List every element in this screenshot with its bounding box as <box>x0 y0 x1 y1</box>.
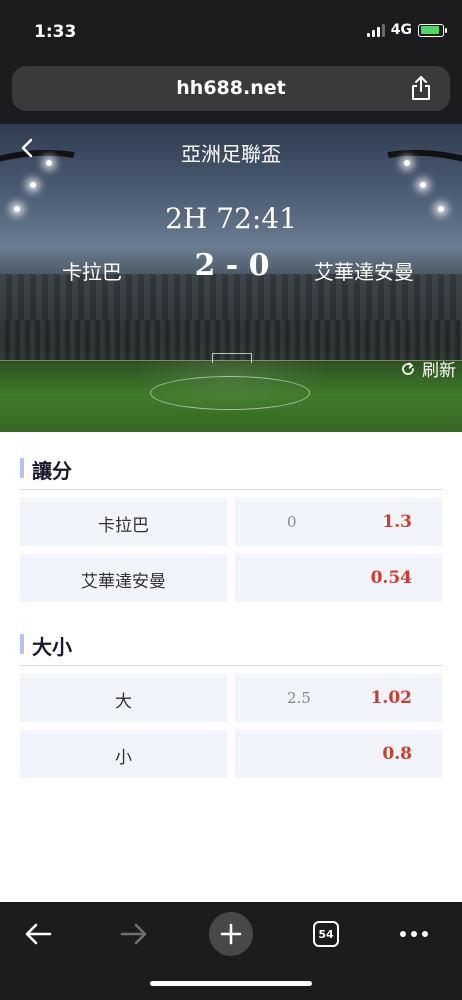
selection-name: 大 <box>115 692 132 712</box>
over-row-name: 大 <box>20 674 227 722</box>
league-title: 亞洲足聯盃 <box>181 142 281 166</box>
tabs-button[interactable]: 54 <box>304 912 348 956</box>
odds-value: 1.02 <box>370 688 412 708</box>
under-odds[interactable]: 0.8 <box>235 730 442 778</box>
refresh-label: 刷新 <box>422 361 456 381</box>
tab-count: 54 <box>318 927 334 941</box>
handicap-odds-home[interactable]: 0 1.3 <box>235 498 442 546</box>
section-header-over-under: 大小 <box>20 628 442 666</box>
network-type: 4G <box>390 22 412 38</box>
over-odds[interactable]: 2.5 1.02 <box>235 674 442 722</box>
address-bar[interactable]: hh688.net <box>12 66 450 111</box>
floodlight <box>30 182 36 188</box>
plus-icon <box>209 912 253 956</box>
center-circle <box>150 376 310 410</box>
floodlight <box>420 182 426 188</box>
new-tab-button[interactable] <box>209 912 253 956</box>
home-team-name: 卡拉巴 <box>62 260 122 284</box>
handicap-row-home-name: 卡拉巴 <box>20 498 227 546</box>
status-time: 1:33 <box>34 22 77 42</box>
scoreline: 2 - 0 <box>194 248 270 283</box>
odds-value: 1.3 <box>382 512 412 532</box>
battery-icon <box>418 23 447 37</box>
away-team-name: 艾華達安曼 <box>314 260 414 284</box>
section-title: 大小 <box>32 635 72 659</box>
more-icon <box>400 931 428 937</box>
url-text: hh688.net <box>176 77 286 99</box>
forward-button[interactable] <box>112 912 156 956</box>
section-header-handicap: 讓分 <box>20 452 442 490</box>
back-button[interactable] <box>16 912 60 956</box>
status-indicators: 4G <box>366 22 447 38</box>
odds-value: 0.8 <box>382 744 412 764</box>
section-title: 讓分 <box>32 459 72 483</box>
signal-icon <box>366 23 385 37</box>
handicap-line: 0 <box>287 513 297 531</box>
arrow-right-icon <box>120 923 147 945</box>
arrow-left-icon <box>25 923 52 945</box>
refresh-icon <box>402 362 414 375</box>
total-line: 2.5 <box>287 689 311 707</box>
selection-name: 小 <box>115 748 132 768</box>
section-accent <box>20 458 24 478</box>
tabs-icon: 54 <box>313 921 339 947</box>
section-accent <box>20 634 24 654</box>
selection-name: 艾華達安曼 <box>81 572 166 592</box>
handicap-row-away-name: 艾華達安曼 <box>20 554 227 602</box>
goal <box>212 353 252 363</box>
handicap-odds-away[interactable]: 0.54 <box>235 554 442 602</box>
odds-value: 0.54 <box>370 568 412 588</box>
home-indicator <box>150 981 312 986</box>
share-icon[interactable] <box>410 75 432 101</box>
selection-name: 卡拉巴 <box>98 516 149 536</box>
under-row-name: 小 <box>20 730 227 778</box>
match-clock: 2H 72:41 <box>165 202 297 235</box>
more-button[interactable] <box>392 912 436 956</box>
browser-chrome: 1:33 4G hh688.net <box>0 0 462 124</box>
refresh-button[interactable]: 刷新 <box>400 356 456 381</box>
match-header: 亞洲足聯盃 2H 72:41 卡拉巴 2 - 0 艾華達安曼 刷新 <box>0 124 462 432</box>
